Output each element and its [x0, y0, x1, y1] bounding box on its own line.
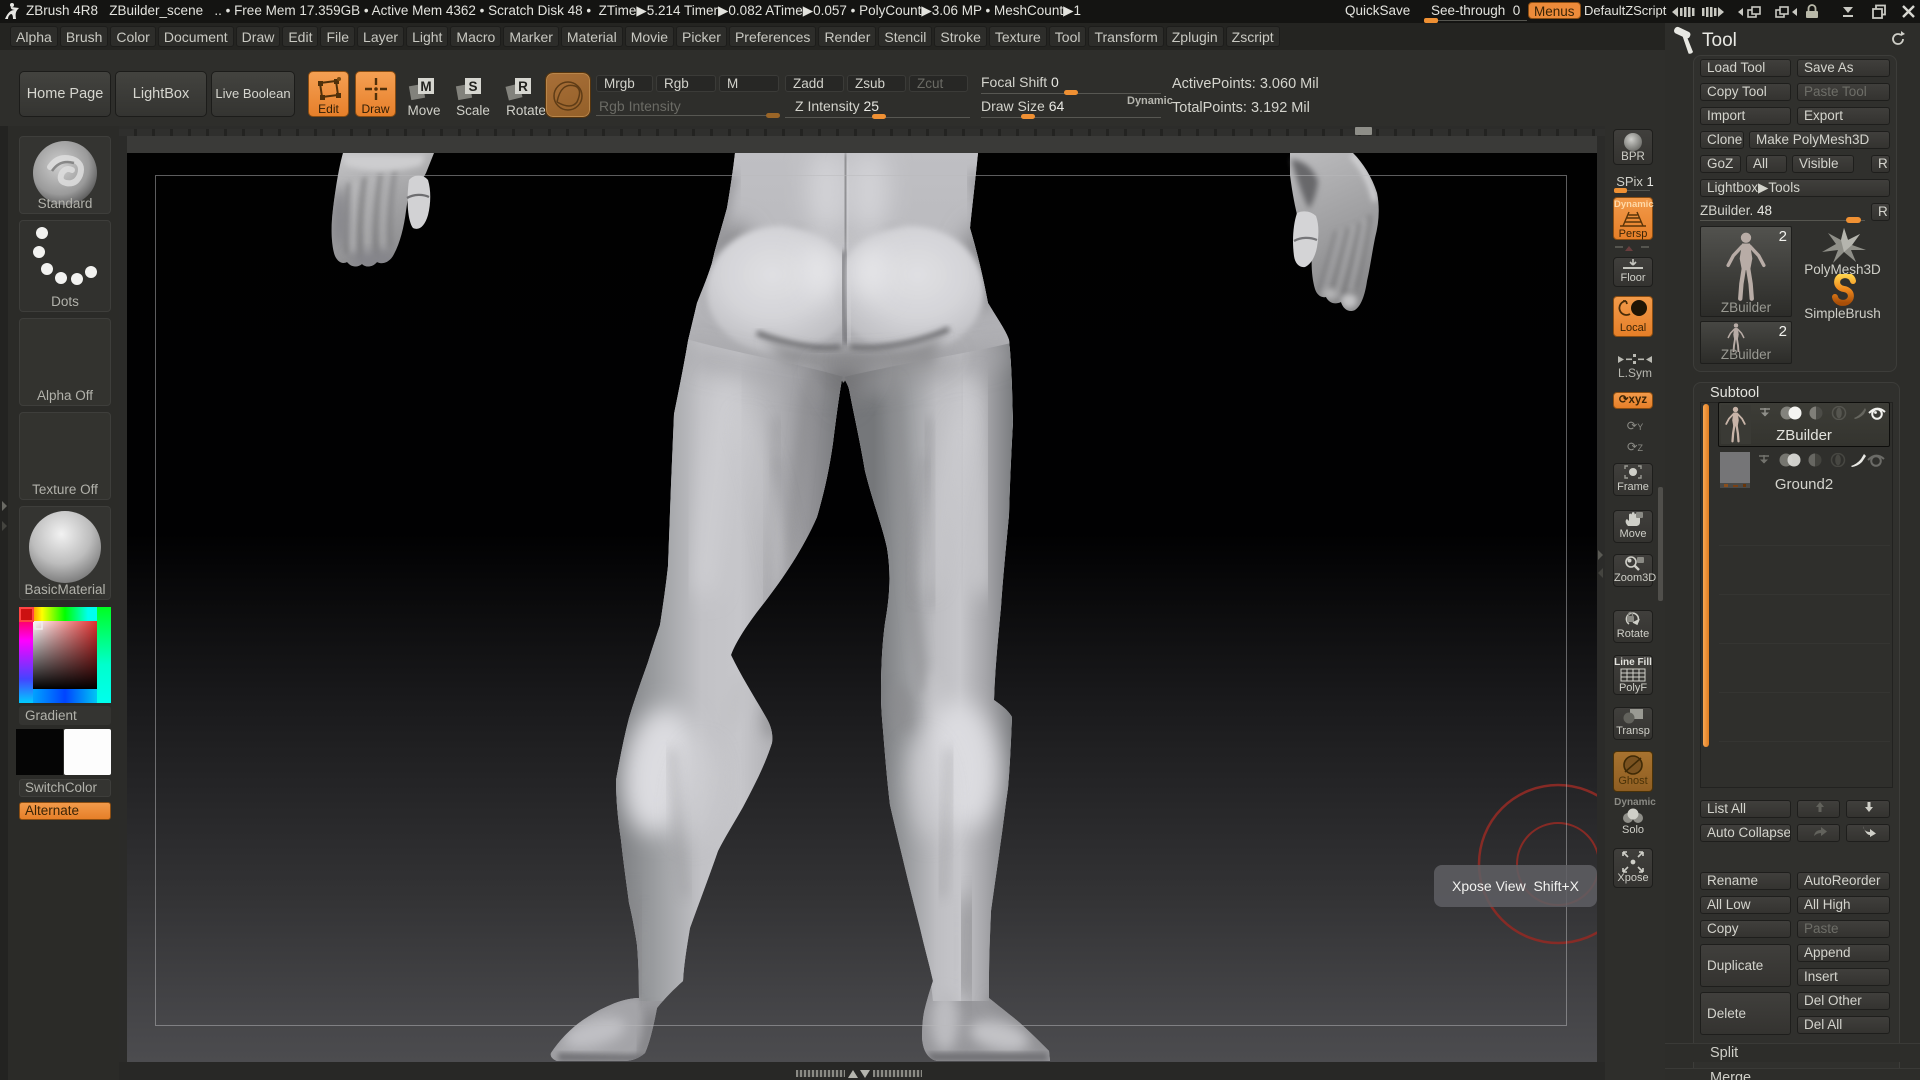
- svg-text:Rotate: Rotate: [506, 103, 546, 118]
- svg-text:Scale: Scale: [456, 103, 490, 118]
- svg-text:S: S: [468, 79, 477, 94]
- svg-text:Move: Move: [408, 103, 441, 118]
- svg-text:R: R: [518, 79, 528, 94]
- svg-text:M: M: [420, 79, 431, 94]
